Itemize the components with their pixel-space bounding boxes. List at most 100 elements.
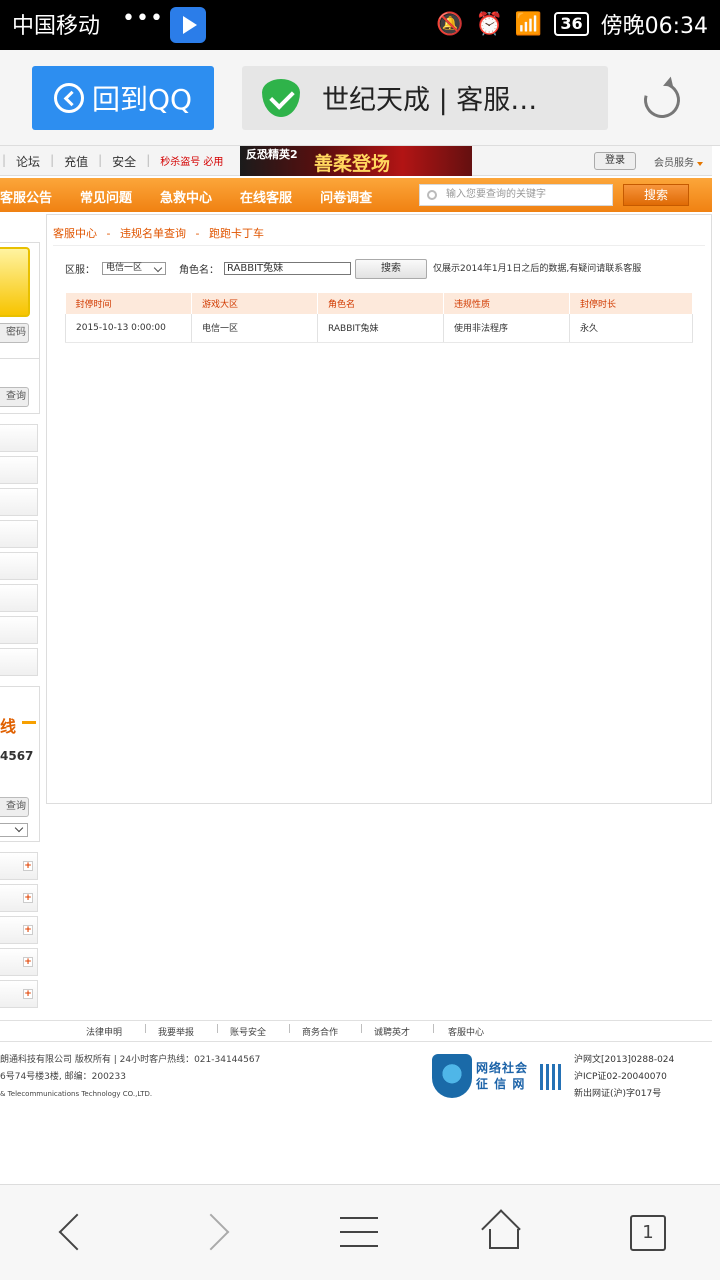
copyright-line-3: & Telecommunications Technology CO.,LTD. (0, 1090, 153, 1098)
forward-arrow-icon[interactable] (192, 1213, 230, 1251)
sidebar-item[interactable] (0, 488, 38, 516)
sidebar-query-button[interactable]: 查询 (0, 387, 29, 407)
site-top-nav: | 论坛 | 充值 | 安全 | 秒杀盗号 必用 反恐精英2 善柔登场 登录 会… (0, 146, 712, 176)
plus-icon: + (23, 957, 33, 967)
nav-survey[interactable]: 问卷调查 (320, 187, 372, 206)
play-store-icon (170, 7, 206, 43)
breadcrumb-violations[interactable]: 违规名单查询 (120, 227, 186, 240)
nav-forum-link[interactable]: 论坛 (16, 153, 40, 170)
site-search-input[interactable]: 输入您要查询的关键字 (419, 184, 613, 206)
footer-careers-link[interactable]: 诚聘英才 (374, 1025, 410, 1038)
nav-recharge-link[interactable]: 充值 (64, 153, 88, 170)
breadcrumb-game: 跑跑卡丁车 (208, 227, 264, 240)
back-to-qq-label: 回到QQ (91, 83, 193, 116)
col-role-name: 角色名 (317, 293, 444, 314)
footer-legal-link[interactable]: 法律申明 (86, 1025, 122, 1038)
sidebar-item[interactable] (0, 616, 38, 644)
sidebar-query-button-2[interactable]: 查询 (0, 797, 29, 817)
copyright-line-2: 6号74号楼3楼, 邮编：200233 (0, 1072, 126, 1082)
main-nav: 客服公告 常见问题 急救中心 在线客服 问卷调查 输入您要查询的关键字 搜索 (0, 178, 712, 212)
copyright-line-1: 朗通科技有限公司 版权所有 | 24小时客户热线：021-34144567 (0, 1055, 261, 1065)
back-arrow-icon[interactable] (58, 1213, 96, 1251)
breadcrumb-home[interactable]: 客服中心 (53, 227, 97, 240)
footer-report-link[interactable]: 我要举报 (158, 1025, 194, 1038)
nav-emergency-center[interactable]: 急救中心 (160, 187, 212, 206)
cell-violation-type: 使用非法程序 (443, 314, 570, 343)
nav-faq[interactable]: 常见问题 (80, 187, 132, 206)
nav-announcements[interactable]: 客服公告 (0, 187, 52, 206)
sidebar-expand-item[interactable]: + (0, 980, 38, 1008)
footer-business-link[interactable]: 商务合作 (302, 1025, 338, 1038)
search-icon (427, 190, 437, 200)
col-ban-duration: 封停时长 (569, 293, 693, 314)
cell-game-region: 电信一区 (191, 314, 318, 343)
icp-line-2[interactable]: 沪ICP证02-20040070 (574, 1069, 674, 1086)
wifi-icon: 📶 (514, 11, 543, 37)
plus-icon: + (23, 925, 33, 935)
sidebar-item[interactable] (0, 552, 38, 580)
status-bar: 中国移动 ••• 🔕 ⏰ 📶 36 傍晚06:34 (0, 0, 720, 50)
footer-account-security-link[interactable]: 账号安全 (230, 1025, 266, 1038)
sidebar-hotline-box: 线 4567 查询 (0, 686, 40, 842)
icp-line-3[interactable]: 新出网证(沪)字017号 (574, 1086, 674, 1103)
mute-icon: 🔕 (436, 11, 464, 37)
credit-network-logo[interactable] (432, 1054, 472, 1098)
col-game-region: 游戏大区 (191, 293, 318, 314)
role-name-input[interactable]: RABBIT兔妹 (224, 262, 351, 275)
chevron-down-icon (14, 823, 24, 833)
breadcrumb: 客服中心 - 违规名单查询 - 跑跑卡丁车 (53, 227, 264, 240)
sidebar-item[interactable] (0, 584, 38, 612)
notification-dots: ••• (122, 6, 164, 31)
nav-security-link[interactable]: 安全 (112, 153, 136, 170)
plus-icon: + (23, 861, 33, 871)
sidebar-select[interactable] (0, 823, 28, 837)
login-button[interactable]: 登录 (594, 152, 636, 170)
site-search-button[interactable]: 搜索 (623, 184, 689, 206)
banner-game-name: 反恐精英2 (246, 148, 298, 161)
promo-link[interactable]: 秒杀盗号 必用 (160, 153, 223, 170)
data-range-note: 仅展示2014年1月1日之后的数据,有疑问请联系客服 (433, 264, 642, 274)
col-violation-type: 违规性质 (443, 293, 570, 314)
violations-table: 封停时间 游戏大区 角色名 违规性质 封停时长 2015-10-13 0:00:… (65, 293, 693, 343)
tabs-icon[interactable]: 1 (630, 1215, 666, 1251)
plus-icon: + (23, 893, 33, 903)
member-services-dropdown[interactable]: 会员服务 (654, 154, 703, 169)
nav-online-support[interactable]: 在线客服 (240, 187, 292, 206)
footer-links: 法律申明 | 我要举报 | 账号安全 | 商务合作 | 诚聘英才 | 客服中心 (0, 1020, 712, 1042)
sidebar-item[interactable] (0, 424, 38, 452)
sidebar-promo-card[interactable] (0, 247, 30, 317)
region-select[interactable]: 电信一区 (102, 262, 166, 275)
sidebar-item[interactable] (0, 648, 38, 676)
building-logo-icon[interactable] (538, 1064, 564, 1090)
footer-support-link[interactable]: 客服中心 (448, 1025, 484, 1038)
back-to-qq-button[interactable]: 回到QQ (32, 66, 214, 130)
sidebar-item[interactable] (0, 520, 38, 548)
security-shield-icon (262, 79, 300, 117)
content-panel: 客服中心 - 违规名单查询 - 跑跑卡丁车 区服： 电信一区 角色名： RABB… (46, 214, 712, 804)
alarm-icon: ⏰ (475, 11, 503, 37)
plus-icon: + (23, 989, 33, 999)
sidebar-expand-item[interactable]: + (0, 948, 38, 976)
sidebar-password-button[interactable]: 密码 (0, 323, 29, 343)
menu-icon[interactable] (340, 1217, 378, 1247)
sidebar-expand-item[interactable]: + (0, 884, 38, 912)
address-bar[interactable]: 世纪天成 | 客服… (242, 66, 608, 130)
cell-role-name: RABBIT兔妹 (317, 314, 444, 343)
cell-ban-time: 2015-10-13 0:00:00 (65, 314, 192, 343)
reload-icon[interactable] (637, 75, 687, 125)
col-ban-time: 封停时间 (65, 293, 192, 314)
carrier-name: 中国移动 (12, 14, 101, 39)
sidebar-login-box: 密码 (0, 242, 40, 360)
credit-network-text[interactable]: 网络社会 征 信 网 (476, 1060, 528, 1092)
page-title: 世纪天成 | 客服… (322, 85, 538, 116)
search-placeholder: 输入您要查询的关键字 (446, 189, 546, 200)
game-banner[interactable]: 反恐精英2 善柔登场 (240, 146, 472, 176)
home-icon[interactable] (481, 1209, 524, 1251)
sidebar-expand-item[interactable]: + (0, 916, 38, 944)
sidebar-item[interactable] (0, 456, 38, 484)
icp-license-info: 沪网文[2013]0288-024 沪ICP证02-20040070 新出网证(… (574, 1052, 674, 1103)
clock: 傍晚06:34 (600, 14, 708, 39)
sidebar-expand-item[interactable]: + (0, 852, 38, 880)
icp-line-1[interactable]: 沪网文[2013]0288-024 (574, 1052, 674, 1069)
query-button[interactable]: 搜索 (355, 259, 427, 279)
